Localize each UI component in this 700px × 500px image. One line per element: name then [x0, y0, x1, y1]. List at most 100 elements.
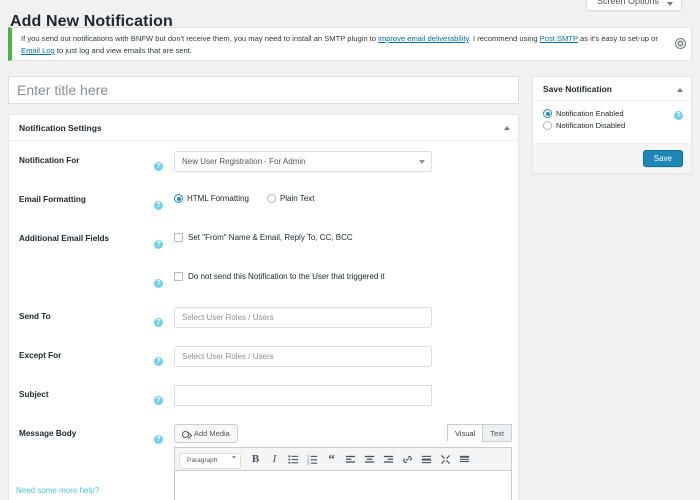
- checkbox-indicator: [174, 233, 183, 242]
- help-icon[interactable]: ?: [674, 111, 683, 120]
- help-icon[interactable]: ?: [154, 396, 163, 405]
- row-subject: Subject ?: [9, 385, 518, 410]
- screen-options-label: Screen Options: [596, 0, 659, 6]
- notice-link-deliverability[interactable]: improve email deliverability: [378, 34, 469, 43]
- label-except-for: Except For: [19, 351, 62, 360]
- align-left-icon[interactable]: [342, 451, 359, 468]
- row-email-formatting: Email Formatting ? HTML Formatting Plain…: [9, 190, 518, 215]
- checkbox-label: Do not send this Notification to the Use…: [188, 272, 385, 281]
- save-box-body: ? Notification Enabled Notification Disa…: [533, 101, 691, 143]
- help-cell: ?: [154, 385, 174, 407]
- tab-visual[interactable]: Visual: [446, 424, 484, 442]
- chevron-up-icon[interactable]: [677, 88, 683, 92]
- chevron-up-icon[interactable]: [504, 126, 510, 130]
- radio-notification-disabled[interactable]: Notification Disabled: [543, 121, 681, 130]
- radio-label: Plain Text: [279, 194, 315, 203]
- distraction-free-icon[interactable]: [437, 451, 454, 468]
- close-icon[interactable]: [673, 36, 687, 50]
- control-cell: [174, 307, 508, 328]
- notice-text-2: . I recommend using: [468, 34, 540, 43]
- notice-text-3: as it's easy to set-up or: [577, 34, 658, 43]
- except-for-input[interactable]: [174, 346, 432, 367]
- notice-link-email-log[interactable]: Email Log: [21, 46, 55, 55]
- toolbar-toggle-icon[interactable]: [456, 451, 473, 468]
- align-center-icon[interactable]: [361, 451, 378, 468]
- read-more-icon[interactable]: [418, 451, 435, 468]
- notification-settings-metabox: Notification Settings Notification For ?…: [8, 114, 519, 500]
- bulleted-list-icon[interactable]: [285, 451, 302, 468]
- radio-indicator: [174, 194, 183, 203]
- email-formatting-radio-group: HTML Formatting Plain Text: [174, 190, 508, 203]
- tab-text[interactable]: Text: [482, 424, 512, 442]
- paragraph-format-select[interactable]: Paragraph: [179, 453, 241, 469]
- bold-icon[interactable]: B: [247, 451, 264, 468]
- help-cell: ?: [154, 346, 174, 368]
- message-body-editor-area[interactable]: [174, 471, 512, 500]
- radio-notification-enabled[interactable]: Notification Enabled: [543, 109, 681, 118]
- subject-input[interactable]: [174, 385, 432, 406]
- align-right-icon[interactable]: [380, 451, 397, 468]
- save-box-header: Save Notification: [533, 77, 691, 101]
- notice-text-1: If you send out notifications with BNFW …: [21, 34, 379, 43]
- editor-mode-tabs: Visual Text: [446, 424, 512, 442]
- help-icon[interactable]: ?: [154, 318, 163, 327]
- control-cell: [174, 385, 508, 406]
- control-cell: Set "From" Name & Email, Reply To, CC, B…: [174, 229, 508, 242]
- save-button[interactable]: Save: [642, 150, 683, 167]
- row-additional-email-fields: Additional Email Fields ? Set "From" Nam…: [9, 229, 518, 254]
- row-send-to: Send To ?: [9, 307, 518, 332]
- save-notification-metabox: Save Notification ? Notification Enabled…: [532, 76, 692, 174]
- blockquote-icon[interactable]: “: [323, 451, 340, 468]
- numbered-list-icon[interactable]: 123: [304, 451, 321, 468]
- radio-indicator: [543, 121, 552, 130]
- notification-for-select-wrap: New User Registration - For Admin: [174, 151, 432, 172]
- control-cell: New User Registration - For Admin: [174, 151, 508, 172]
- need-more-help-link[interactable]: Need some more help?: [16, 486, 99, 495]
- help-icon[interactable]: ?: [154, 435, 163, 444]
- radio-label: Notification Disabled: [556, 121, 626, 130]
- add-media-button[interactable]: Add Media: [174, 424, 238, 443]
- row-except-for: Except For ?: [9, 346, 518, 371]
- help-cell: ?: [154, 424, 174, 446]
- label-additional-email-fields: Additional Email Fields: [19, 234, 110, 243]
- metabox-body: Notification For ? New User Registration…: [9, 141, 518, 500]
- metabox-header: Notification Settings: [9, 115, 518, 141]
- checkbox-indicator: [174, 272, 183, 281]
- help-cell: ?: [154, 151, 174, 173]
- radio-html-formatting[interactable]: HTML Formatting: [174, 194, 249, 203]
- radio-indicator: [266, 194, 276, 203]
- label-notification-for: Notification For: [19, 156, 80, 165]
- radio-indicator: [543, 109, 552, 118]
- checkbox-additional-email-fields[interactable]: Set "From" Name & Email, Reply To, CC, B…: [174, 229, 508, 242]
- help-icon[interactable]: ?: [154, 357, 163, 366]
- label-message-body: Message Body: [19, 429, 77, 438]
- control-cell: [174, 346, 508, 367]
- help-icon[interactable]: ?: [154, 201, 163, 210]
- notification-for-select[interactable]: New User Registration - For Admin: [174, 151, 432, 172]
- wp-editor: Add Media Visual Text Paragraph B I 1 2 …: [174, 424, 512, 500]
- help-cell: ?: [154, 190, 174, 212]
- add-media-label: Add Media: [194, 429, 230, 438]
- help-icon[interactable]: ?: [154, 240, 163, 249]
- link-icon[interactable]: [399, 451, 416, 468]
- editor-toolbar: Paragraph B I 123 “: [174, 447, 512, 471]
- help-icon[interactable]: ?: [154, 279, 163, 288]
- radio-plain-text[interactable]: Plain Text: [266, 194, 315, 203]
- label-send-to: Send To: [19, 312, 51, 321]
- control-cell: HTML Formatting Plain Text: [174, 190, 508, 203]
- media-icon: [182, 429, 191, 438]
- send-to-input[interactable]: [174, 307, 432, 328]
- title-input[interactable]: [8, 76, 519, 104]
- admin-screen: Screen Options Add New Notification If y…: [0, 0, 700, 500]
- notice-link-post-smtp[interactable]: Post SMTP: [540, 34, 578, 43]
- screen-options-button[interactable]: Screen Options: [585, 0, 682, 11]
- paragraph-format-select-wrap: Paragraph: [179, 449, 241, 469]
- smtp-notice: If you send out notifications with BNFW …: [8, 27, 692, 61]
- checkbox-exclude-trigger-user[interactable]: Do not send this Notification to the Use…: [174, 268, 508, 281]
- label-email-formatting: Email Formatting: [19, 195, 86, 204]
- italic-icon[interactable]: I: [266, 451, 283, 468]
- row-exclude-trigger-user: ? Do not send this Notification to the U…: [9, 268, 518, 293]
- help-icon[interactable]: ?: [154, 162, 163, 171]
- radio-label: Notification Enabled: [556, 109, 624, 118]
- save-box-title: Save Notification: [543, 83, 612, 94]
